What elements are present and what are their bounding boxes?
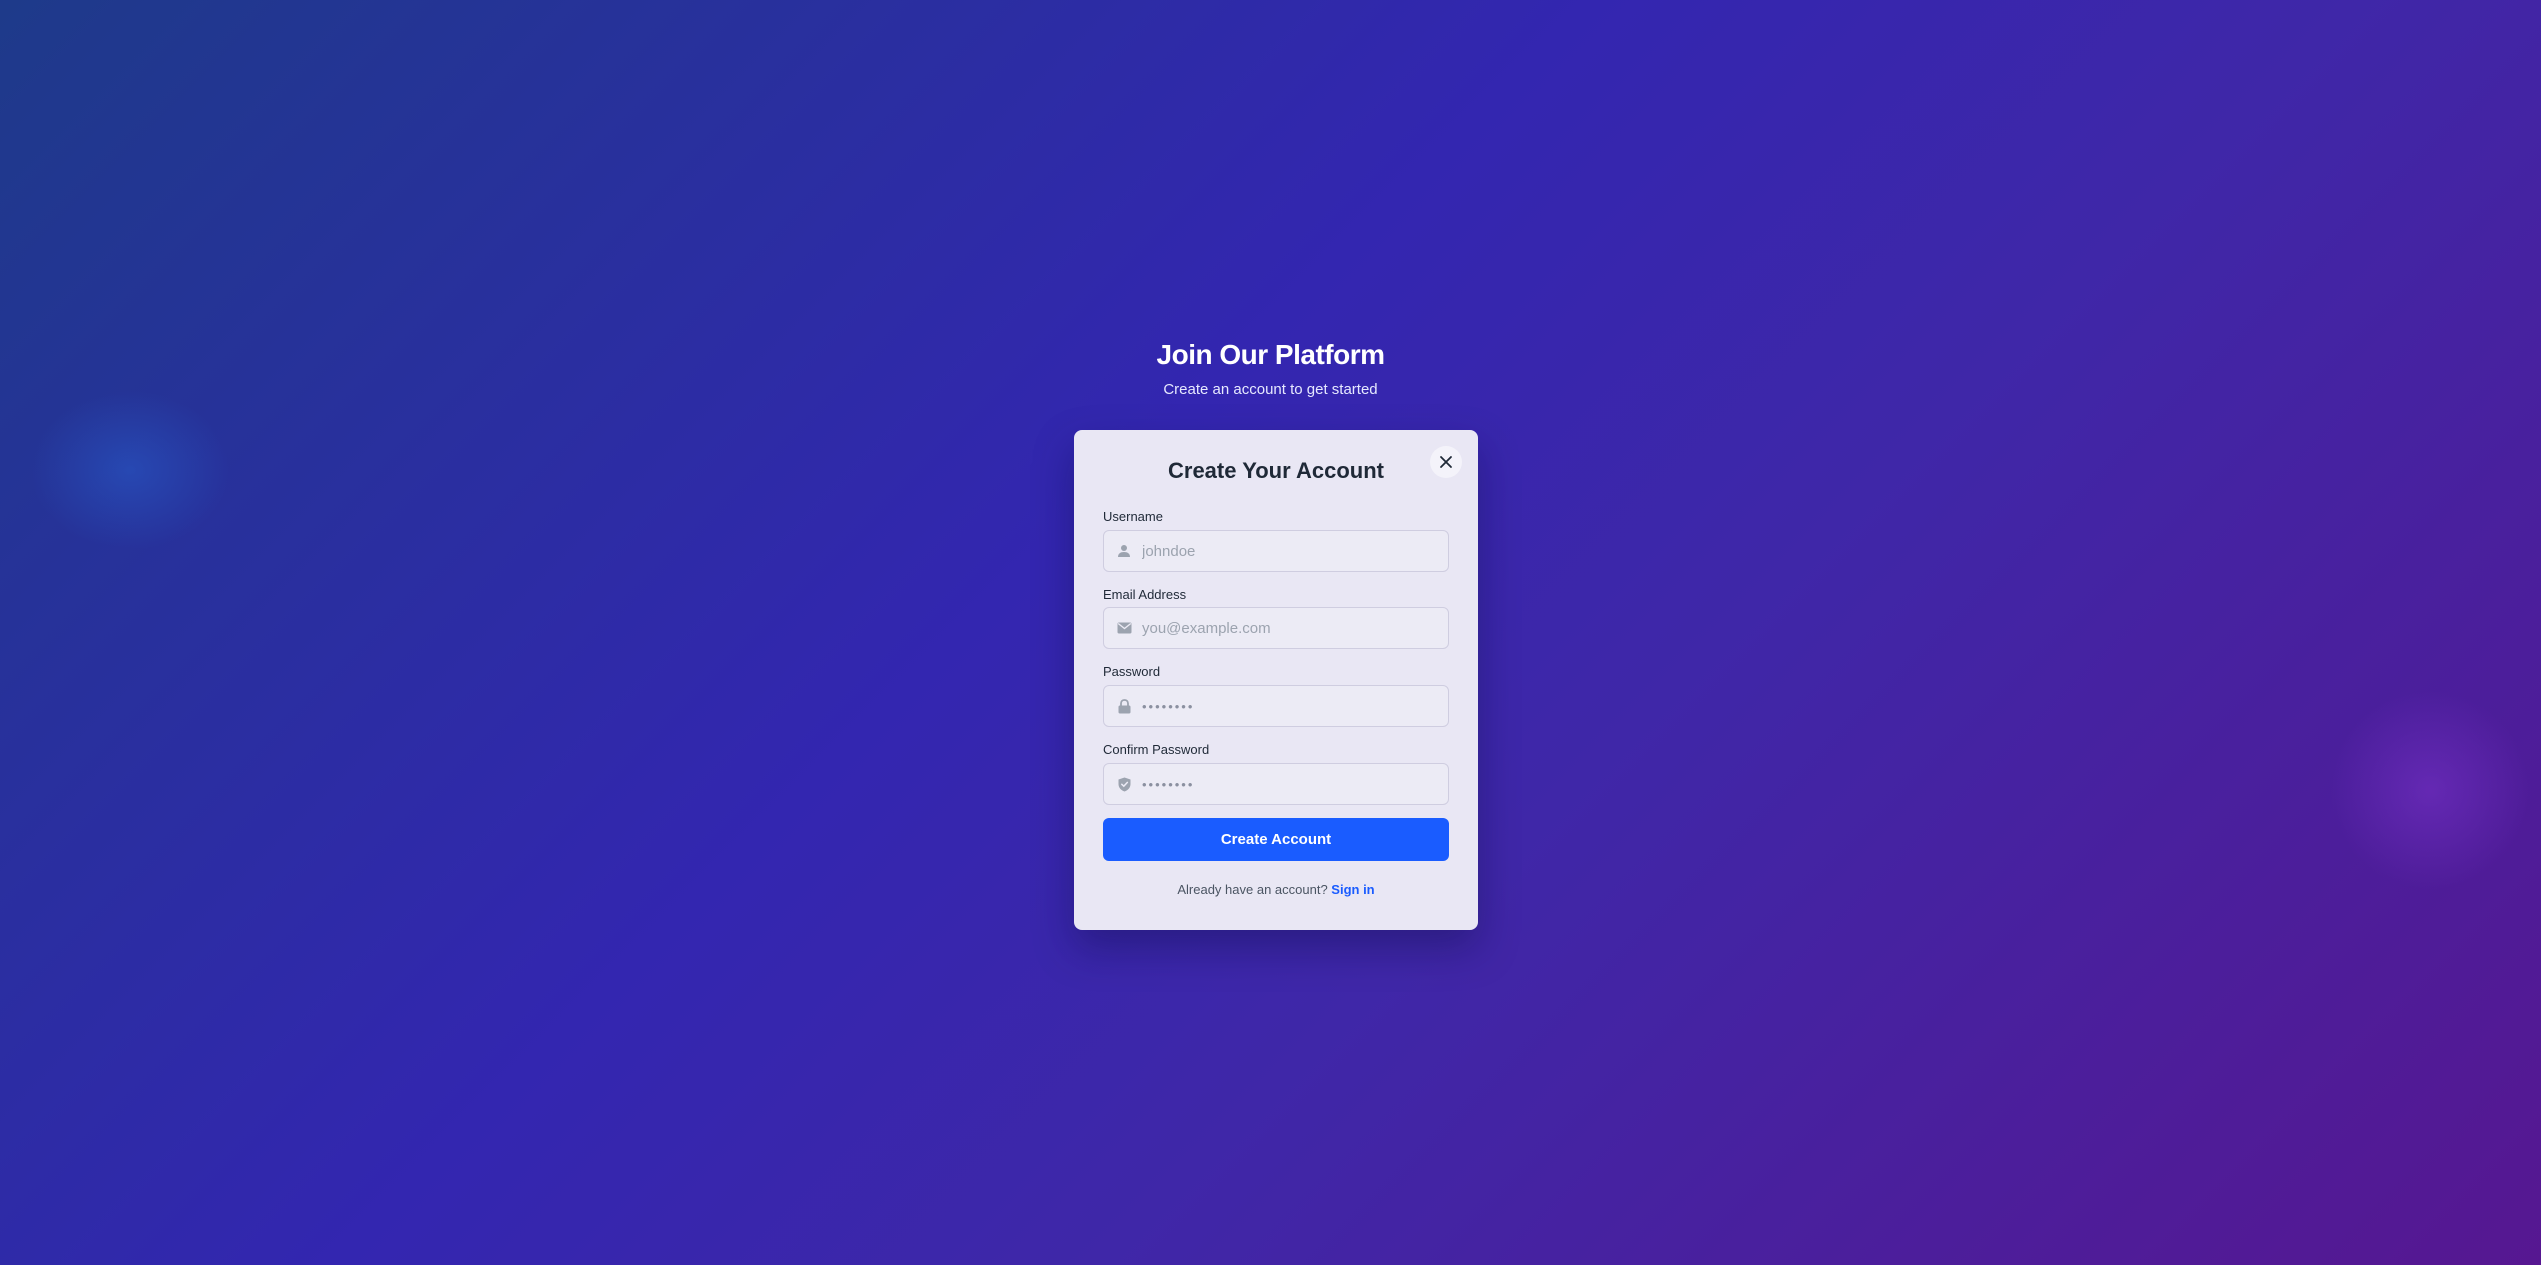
confirm-password-input[interactable] bbox=[1142, 765, 1448, 803]
mail-icon bbox=[1104, 622, 1142, 634]
signup-modal: Create Your Account Username Email Addre… bbox=[1074, 430, 1478, 930]
confirm-password-field-wrapper bbox=[1103, 763, 1449, 805]
page-subtitle: Create an account to get started bbox=[1163, 381, 1378, 398]
password-input[interactable] bbox=[1142, 687, 1448, 725]
signin-prompt: Already have an account? Sign in bbox=[1074, 882, 1478, 898]
email-input[interactable] bbox=[1142, 609, 1448, 647]
signin-link[interactable]: Sign in bbox=[1331, 882, 1374, 897]
email-field-wrapper bbox=[1103, 607, 1449, 649]
shield-check-icon bbox=[1104, 777, 1142, 792]
background-glow-right bbox=[2330, 690, 2530, 890]
background-glow-left bbox=[30, 390, 230, 550]
modal-title: Create Your Account bbox=[1168, 458, 1384, 483]
create-account-button[interactable]: Create Account bbox=[1103, 818, 1449, 861]
page-header: Join Our Platform Create an account to g… bbox=[0, 336, 2541, 400]
username-label: Username bbox=[1103, 509, 1163, 524]
password-label: Password bbox=[1103, 664, 1161, 679]
user-icon bbox=[1104, 544, 1142, 558]
confirm-password-label: Confirm Password bbox=[1103, 742, 1210, 757]
username-field-wrapper bbox=[1103, 530, 1449, 572]
email-label: Email Address bbox=[1103, 587, 1187, 602]
lock-icon bbox=[1104, 698, 1142, 714]
signin-prompt-text: Already have an account? bbox=[1177, 882, 1328, 897]
username-input[interactable] bbox=[1142, 532, 1448, 570]
page-title: Join Our Platform bbox=[1156, 339, 1385, 370]
password-field-wrapper bbox=[1103, 685, 1449, 727]
